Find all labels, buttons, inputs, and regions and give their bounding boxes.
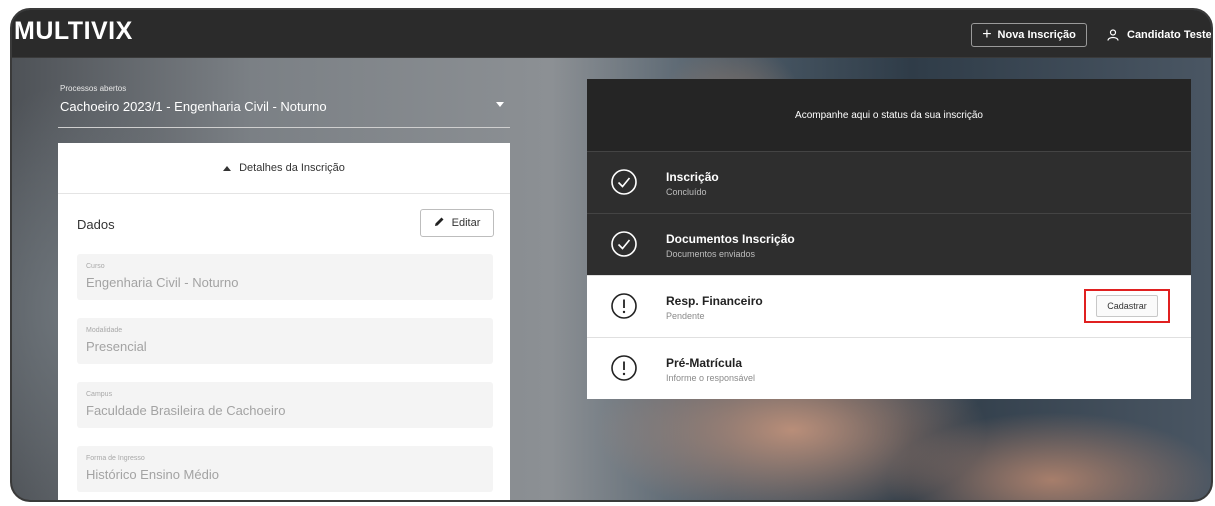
- field-label: Modalidade: [86, 327, 123, 334]
- details-toggle-label: Detalhes da Inscrição: [239, 162, 345, 174]
- chevron-down-icon: [496, 102, 504, 107]
- brand-logo[interactable]: MULTIVIX: [14, 17, 133, 46]
- section-title: Dados: [77, 217, 115, 232]
- step-title: Inscrição: [666, 170, 719, 184]
- process-select-value: Cachoeiro 2023/1 - Engenharia Civil - No…: [60, 99, 327, 114]
- field-value: Histórico Ensino Médio: [86, 467, 219, 482]
- alert-circle-icon: [610, 292, 638, 320]
- pencil-icon: [434, 216, 445, 230]
- user-icon: [1107, 29, 1119, 41]
- step-title: Resp. Financeiro: [666, 294, 763, 308]
- status-panel: Acompanhe aqui o status da sua inscrição…: [587, 79, 1191, 399]
- register-financial-button[interactable]: Cadastrar: [1084, 289, 1170, 323]
- step-subtitle: Pendente: [666, 311, 705, 321]
- register-button-label: Cadastrar: [1096, 295, 1158, 317]
- field-value: Engenharia Civil - Noturno: [86, 275, 239, 290]
- status-step-resp-financeiro: Resp. Financeiro Pendente Cadastrar: [587, 275, 1191, 337]
- field-course: Curso Engenharia Civil - Noturno: [77, 254, 493, 300]
- field-campus: Campus Faculdade Brasileira de Cachoeiro: [77, 382, 493, 428]
- step-title: Documentos Inscrição: [666, 232, 795, 246]
- details-card: Detalhes da Inscrição Dados Editar Curso…: [58, 143, 510, 500]
- user-menu[interactable]: Candidato Teste: [1107, 23, 1212, 47]
- user-name: Candidato Teste: [1127, 29, 1212, 41]
- status-step-inscricao: Inscrição Concluído: [587, 151, 1191, 213]
- field-label: Curso: [86, 263, 105, 270]
- app-window: MULTIVIX + Nova Inscrição Candidato Test…: [10, 8, 1213, 502]
- field-label: Forma de Ingresso: [86, 455, 145, 462]
- field-label: Campus: [86, 391, 113, 398]
- status-step-pre-matricula: Pré-Matrícula Informe o responsável: [587, 337, 1191, 399]
- step-subtitle: Concluído: [666, 187, 707, 197]
- status-header: Acompanhe aqui o status da sua inscrição: [587, 79, 1191, 151]
- top-bar: MULTIVIX + Nova Inscrição Candidato Test…: [12, 10, 1211, 58]
- status-step-documentos: Documentos Inscrição Documentos enviados: [587, 213, 1191, 275]
- edit-button[interactable]: Editar: [420, 209, 494, 237]
- field-value: Presencial: [86, 339, 147, 354]
- step-subtitle: Informe o responsável: [666, 373, 756, 383]
- field-entry-method: Forma de Ingresso Histórico Ensino Médio: [77, 446, 493, 492]
- chevron-up-icon: [223, 165, 232, 171]
- check-circle-icon: [610, 230, 638, 258]
- field-value: Faculdade Brasileira de Cachoeiro: [86, 403, 286, 418]
- edit-label: Editar: [451, 217, 481, 229]
- new-registration-label: Nova Inscrição: [997, 29, 1076, 41]
- step-title: Pré-Matrícula: [666, 356, 743, 370]
- process-select-label: Processos abertos: [60, 84, 127, 93]
- details-toggle[interactable]: Detalhes da Inscrição: [58, 143, 510, 194]
- new-registration-button[interactable]: + Nova Inscrição: [971, 23, 1087, 47]
- alert-circle-icon: [610, 354, 638, 382]
- data-section-header: Dados Editar: [58, 207, 510, 241]
- plus-icon: +: [982, 26, 992, 43]
- check-circle-icon: [610, 168, 638, 196]
- process-select[interactable]: Processos abertos Cachoeiro 2023/1 - Eng…: [58, 80, 510, 128]
- field-modality: Modalidade Presencial: [77, 318, 493, 364]
- step-subtitle: Documentos enviados: [666, 249, 756, 259]
